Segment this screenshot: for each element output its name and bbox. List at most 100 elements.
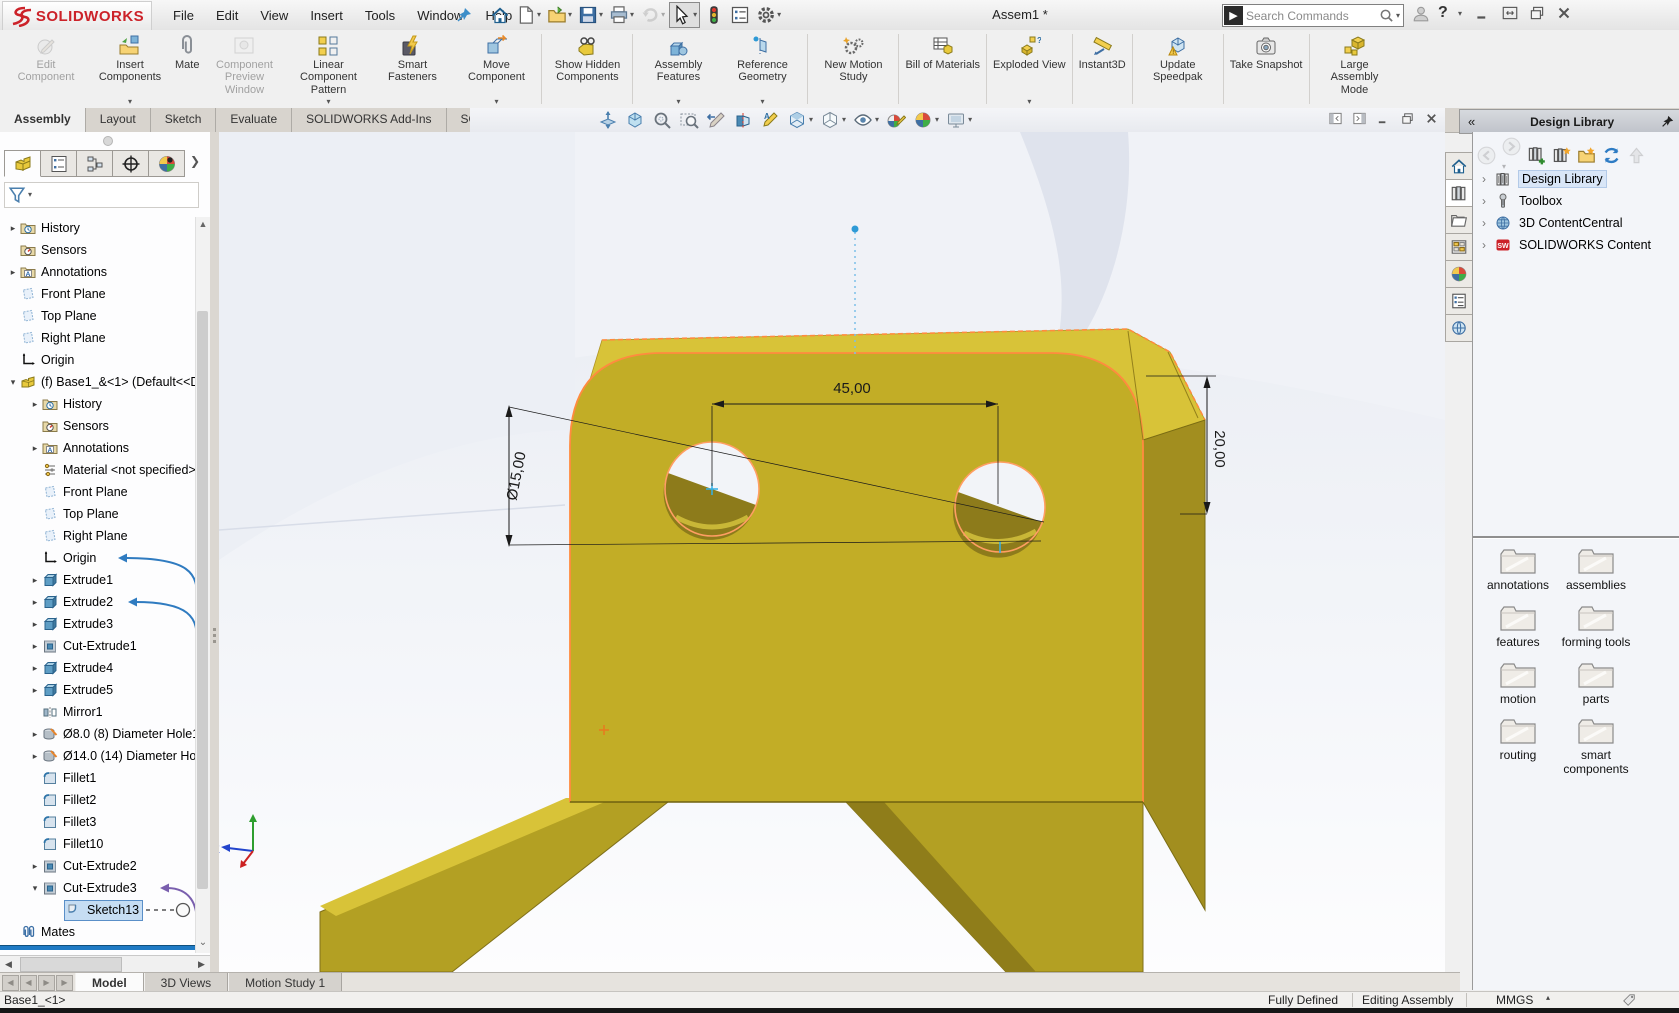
scroll-up-icon[interactable]: ▲ — [196, 217, 210, 231]
feature-filter[interactable]: ▾ — [4, 182, 199, 208]
taskpane-tab-file-explorer[interactable] — [1445, 207, 1473, 234]
tree-item-history[interactable]: ▸History — [0, 393, 194, 415]
view-settings-icon[interactable]: ▾ — [946, 110, 972, 130]
status-tag-icon[interactable] — [1622, 993, 1636, 1007]
status-units[interactable]: MMGS — [1496, 993, 1533, 1007]
expander-icon[interactable]: › — [1473, 216, 1495, 230]
insert-components-button[interactable]: Insert Components▾ — [88, 30, 172, 108]
tab-nav-prev-icon[interactable]: ◀ — [20, 975, 37, 991]
options-icon[interactable]: ▾ — [754, 3, 783, 27]
previous-view-icon[interactable] — [706, 110, 726, 130]
expander-icon[interactable]: ▸ — [28, 729, 42, 740]
take-snapshot-button[interactable]: Take Snapshot — [1227, 30, 1306, 108]
apply-scene-icon[interactable]: ▾ — [913, 110, 939, 130]
doc-tab-motion-study-1[interactable]: Motion Study 1 — [228, 973, 342, 992]
library-folder-routing[interactable]: routing — [1479, 716, 1557, 777]
display-style-icon[interactable]: ▾ — [820, 110, 846, 130]
collapse-panel-icon[interactable]: « — [1460, 114, 1483, 129]
add-file-location-icon[interactable] — [1552, 146, 1571, 165]
scroll-right-icon[interactable]: ▶ — [193, 959, 210, 970]
tree-item-cut-extrude2[interactable]: ▸Cut-Extrude2 — [0, 855, 194, 877]
hscrollbar-thumb[interactable] — [20, 957, 122, 972]
tree-item-extrude4[interactable]: ▸Extrude4 — [0, 657, 194, 679]
tree-item-origin[interactable]: Origin — [0, 547, 194, 569]
rollback-bar[interactable] — [0, 945, 196, 950]
taskpane-tab-home[interactable] — [1445, 152, 1473, 180]
minimize-doc-icon[interactable] — [1376, 111, 1391, 126]
tree-item-sketch13[interactable]: Sketch13 — [0, 899, 194, 921]
taskpane-tab-solidworks-resources[interactable] — [1445, 315, 1473, 342]
save-icon[interactable]: ▾ — [576, 3, 605, 27]
expander-icon[interactable]: ▸ — [28, 575, 42, 586]
print-icon[interactable]: ▾ — [607, 3, 636, 27]
library-folder-smart-components[interactable]: smart components — [1557, 716, 1635, 777]
taskpane-tab-design-library[interactable] — [1445, 180, 1473, 207]
expander-icon[interactable]: ▸ — [28, 685, 42, 696]
tree-item-origin[interactable]: Origin — [0, 349, 194, 371]
tab-displaymanager[interactable] — [149, 150, 185, 177]
doc-tab-3d-views[interactable]: 3D Views — [144, 973, 228, 992]
move-component-button[interactable]: Move Component▾ — [454, 30, 538, 108]
menu-file[interactable]: File — [162, 3, 205, 28]
tree-item-top-plane[interactable]: Top Plane — [0, 503, 194, 525]
tab-assembly[interactable]: Assembly — [0, 108, 86, 132]
show-hidden-components-button[interactable]: Show Hidden Components — [545, 30, 629, 108]
expander-icon[interactable]: ▸ — [28, 641, 42, 652]
select-icon[interactable]: ▾ — [669, 2, 700, 28]
user-account-icon[interactable] — [1412, 5, 1430, 23]
tree-item-top-plane[interactable]: Top Plane — [0, 305, 194, 327]
close-window-icon[interactable] — [1555, 4, 1573, 22]
design-library-header[interactable]: « Design Library — [1459, 109, 1679, 134]
library-item-design-library[interactable]: ›Design Library — [1473, 168, 1679, 190]
tab-sketch[interactable]: Sketch — [151, 108, 217, 132]
reference-geometry-button[interactable]: Reference Geometry▾ — [720, 30, 804, 108]
assembly-features-button[interactable]: Assembly Features▾ — [636, 30, 720, 108]
new-document-icon[interactable]: ▾ — [514, 3, 543, 27]
restore-doc-icon[interactable] — [1400, 111, 1415, 126]
zoom-window-icon[interactable] — [679, 110, 699, 130]
hole-left[interactable] — [664, 442, 759, 540]
library-folder-features[interactable]: features — [1479, 603, 1557, 650]
menu-tools[interactable]: Tools — [354, 3, 406, 28]
hide-show-items-icon[interactable]: ▾ — [853, 110, 879, 130]
expander-icon[interactable]: › — [1473, 172, 1495, 186]
menu-insert[interactable]: Insert — [299, 3, 354, 28]
help-icon[interactable]: ? — [1438, 4, 1448, 22]
tree-item-material-not-specified-[interactable]: Material <not specified> — [0, 459, 194, 481]
search-dropdown-caret[interactable]: ▾ — [1396, 12, 1400, 20]
scroll-left-icon[interactable]: ◀ — [0, 959, 17, 970]
update-speedpak-button[interactable]: !Update Speedpak — [1136, 30, 1220, 108]
magnifying-glass-icon[interactable] — [652, 110, 672, 130]
tree-item-cut-extrude1[interactable]: ▸Cut-Extrude1 — [0, 635, 194, 657]
minimize-window-icon[interactable] — [1474, 4, 1492, 22]
design-library-splitter[interactable] — [1473, 536, 1679, 539]
tree-item-fillet10[interactable]: Fillet10 — [0, 833, 194, 855]
instant3d-button[interactable]: Instant3D — [1076, 30, 1129, 108]
expander-icon[interactable]: › — [1473, 238, 1495, 252]
home-icon[interactable] — [488, 3, 512, 27]
tree-item-front-plane[interactable]: Front Plane — [0, 283, 194, 305]
feature-tree-hscrollbar[interactable]: ◀ ▶ — [0, 955, 210, 973]
tree-item--14-0-14-diameter-hole1[interactable]: ▸Ø14.0 (14) Diameter Hole1 — [0, 745, 194, 767]
search-commands-box[interactable]: ▶ ▾ — [1222, 4, 1404, 27]
tab-configurationmanager[interactable] — [77, 150, 113, 177]
expander-icon[interactable]: ▸ — [6, 223, 20, 234]
tab-propertymanager[interactable] — [41, 150, 77, 177]
mate-button[interactable]: Mate — [172, 30, 202, 108]
tab-nav-last-icon[interactable]: ▶ — [56, 975, 73, 991]
open-icon[interactable]: ▾ — [545, 3, 574, 27]
expander-icon[interactable]: › — [1473, 194, 1495, 208]
tree-item-right-plane[interactable]: Right Plane — [0, 327, 194, 349]
pane-right-doc-icon[interactable] — [1352, 111, 1367, 126]
tree-item--f-base1-1-default-def[interactable]: ▾(f) Base1_&<1> (Default<<Def — [0, 371, 194, 393]
tree-item-right-plane[interactable]: Right Plane — [0, 525, 194, 547]
tree-item-annotations[interactable]: ▸AAnnotations — [0, 261, 194, 283]
tree-item-mirror1[interactable]: Mirror1 — [0, 701, 194, 723]
expander-icon[interactable]: ▸ — [28, 751, 42, 762]
tree-item-extrude2[interactable]: ▸Extrude2 — [0, 591, 194, 613]
library-folder-parts[interactable]: parts — [1557, 660, 1635, 707]
library-folder-motion[interactable]: motion — [1479, 660, 1557, 707]
expander-icon[interactable]: ▸ — [28, 399, 42, 410]
tree-item-fillet1[interactable]: Fillet1 — [0, 767, 194, 789]
library-folder-annotations[interactable]: annotations — [1479, 546, 1557, 593]
